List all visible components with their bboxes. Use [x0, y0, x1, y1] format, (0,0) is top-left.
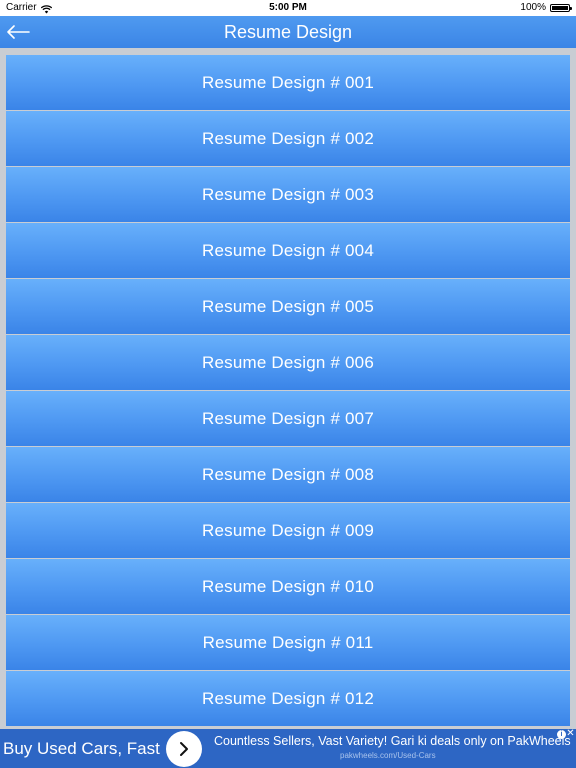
- list-item-resume-design[interactable]: Resume Design # 006: [6, 335, 570, 390]
- list-item-resume-design[interactable]: Resume Design # 002: [6, 111, 570, 166]
- ad-open-button[interactable]: [166, 731, 202, 767]
- chevron-right-icon: [180, 742, 188, 756]
- list-item-label: Resume Design # 002: [201, 128, 374, 148]
- list-item-label: Resume Design # 004: [201, 240, 374, 260]
- list-item-label: Resume Design # 009: [201, 520, 374, 540]
- list-item-resume-design[interactable]: Resume Design # 008: [6, 447, 570, 502]
- list-item-label: Resume Design # 011: [202, 632, 374, 652]
- status-time: 5:00 PM: [269, 2, 307, 13]
- list-item-label: Resume Design # 006: [201, 352, 374, 372]
- list-item-label: Resume Design # 012: [201, 688, 374, 708]
- list-item-resume-design[interactable]: Resume Design # 003: [6, 167, 570, 222]
- battery-icon: [550, 4, 572, 12]
- list-item-resume-design[interactable]: Resume Design # 004: [6, 223, 570, 278]
- page-title: Resume Design: [223, 22, 353, 42]
- list-item-label: Resume Design # 003: [201, 184, 374, 204]
- ad-info-icon[interactable]: i: [557, 730, 566, 739]
- ad-headline[interactable]: Buy Used Cars, Fast: [3, 729, 160, 768]
- list-item-resume-design[interactable]: Resume Design # 011: [6, 615, 570, 670]
- list-item-resume-design[interactable]: Resume Design # 010: [6, 559, 570, 614]
- ad-description[interactable]: Countless Sellers, Vast Variety! Gari ki…: [214, 734, 571, 748]
- back-arrow-icon: [7, 25, 30, 39]
- resume-design-list[interactable]: Resume Design # 001 Resume Design # 002 Re…: [6, 55, 570, 728]
- list-item-resume-design[interactable]: Resume Design # 012: [6, 671, 570, 726]
- status-right: 100%: [520, 0, 572, 16]
- list-item-resume-design[interactable]: Resume Design # 005: [6, 279, 570, 334]
- ad-close-icon[interactable]: ✕: [566, 729, 575, 739]
- list-item-label: Resume Design # 001: [201, 72, 374, 92]
- back-button[interactable]: [4, 19, 32, 45]
- list-item-resume-design[interactable]: Resume Design # 009: [6, 503, 570, 558]
- status-bar: Carrier 5:00 PM 100%: [0, 0, 576, 16]
- list-item-label: Resume Design # 007: [201, 408, 374, 428]
- list-item-resume-design[interactable]: Resume Design # 007: [6, 391, 570, 446]
- list-item-label: Resume Design # 010: [201, 576, 374, 596]
- list-item-label: Resume Design # 008: [201, 464, 374, 484]
- ad-url[interactable]: pakwheels.com/Used-Cars: [340, 751, 436, 760]
- battery-percent: 100%: [520, 2, 546, 13]
- list-item-resume-design[interactable]: Resume Design # 001: [6, 55, 570, 110]
- navigation-bar: Resume Design: [0, 16, 576, 48]
- list-item-label: Resume Design # 005: [201, 296, 374, 316]
- ad-banner[interactable]: Buy Used Cars, Fast Countless Sellers, V…: [0, 729, 576, 768]
